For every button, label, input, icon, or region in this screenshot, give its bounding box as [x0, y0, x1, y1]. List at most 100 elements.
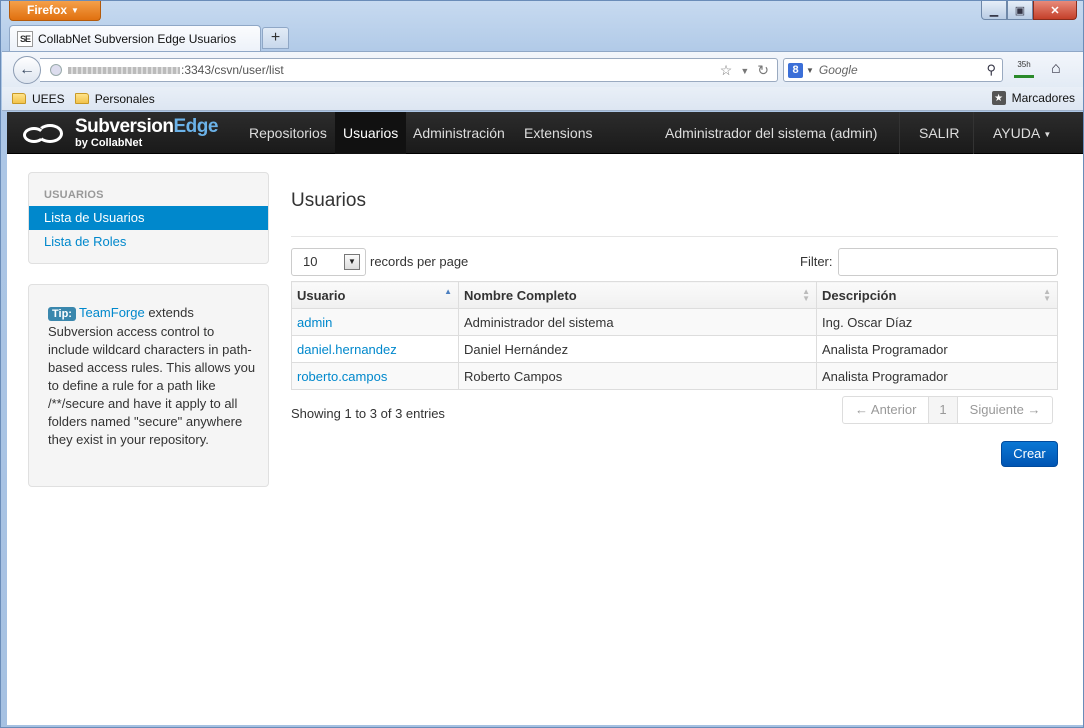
caret-down-icon: ▼: [1043, 130, 1052, 139]
bookmark-folder-uees[interactable]: UEES: [12, 92, 65, 106]
table-row: daniel.hernandez Daniel Hernández Analis…: [291, 335, 1058, 363]
column-header-descripcion[interactable]: Descripción ▲ ▼: [816, 281, 1058, 309]
site-identity-icon[interactable]: [50, 64, 62, 76]
bookmark-star-icon[interactable]: ☆: [720, 62, 733, 80]
url-bar-actions: ☆ ▼ ↻: [720, 62, 769, 80]
bookmarks-icon: ★: [991, 91, 1006, 105]
history-dropdown-icon[interactable]: ▼: [740, 62, 749, 80]
brand-title-main: Subversion: [75, 116, 174, 137]
redacted-host: [68, 67, 180, 75]
tip-text: extends Subversion access control to inc…: [48, 305, 256, 447]
bookmark-folder-personales[interactable]: Personales: [74, 91, 155, 106]
select-arrow-icon: ▼: [344, 254, 360, 270]
page-title: Usuarios: [291, 190, 366, 211]
tip-badge: Tip:: [48, 307, 76, 321]
column-header-nombre[interactable]: Nombre Completo ▲ ▼: [458, 281, 817, 309]
filter-input[interactable]: [838, 248, 1058, 276]
prev-page-button[interactable]: ← Anterior: [843, 397, 930, 423]
nav-administracion[interactable]: Administración: [405, 112, 513, 154]
folder-icon: [74, 93, 89, 104]
addon-status-badge[interactable]: 35h: [1014, 60, 1034, 78]
brand-title-accent: Edge: [173, 116, 218, 137]
search-engine-icon[interactable]: 8: [788, 62, 803, 78]
back-button[interactable]: ←: [13, 56, 41, 84]
column-label: Nombre Completo: [464, 287, 577, 303]
search-engine-dropdown-icon[interactable]: ▼: [806, 66, 814, 75]
url-bar[interactable]: :3343/csvn/user/list ☆ ▼ ↻: [40, 58, 778, 82]
sidebar-item-lista-roles[interactable]: Lista de Roles: [29, 230, 268, 254]
bookmark-label: Personales: [94, 91, 155, 106]
description-cell: Analista Programador: [816, 362, 1058, 390]
logout-link[interactable]: SALIR: [911, 112, 967, 154]
current-user-link[interactable]: Administrador del sistema (admin): [657, 112, 885, 154]
reload-icon[interactable]: ↻: [757, 62, 769, 80]
brand-title: SubversionEdge: [75, 117, 218, 137]
user-link[interactable]: roberto.campos: [297, 369, 387, 384]
nav-divider: [973, 112, 974, 154]
table-row: roberto.campos Roberto Campos Analista P…: [291, 362, 1058, 390]
pagination: ← Anterior 1 Siguiente →: [842, 396, 1054, 424]
help-dropdown[interactable]: AYUDA ▼: [985, 112, 1059, 154]
current-page[interactable]: 1: [929, 397, 958, 423]
create-user-button[interactable]: Crear: [1001, 441, 1058, 467]
firefox-menu-label: Firefox: [27, 3, 68, 17]
home-icon[interactable]: ⌂: [1051, 60, 1061, 78]
navigation-toolbar: :3343/csvn/user/list ☆ ▼ ↻ ← 8 ▼ Google …: [2, 51, 1083, 87]
nav-usuarios[interactable]: Usuarios: [335, 112, 407, 154]
search-box[interactable]: 8 ▼ Google ⚲: [783, 58, 1003, 82]
table-info: Showing 1 to 3 of 3 entries: [291, 406, 445, 421]
firefox-menu-button[interactable]: Firefox ▼: [9, 1, 101, 21]
user-cell: roberto.campos: [291, 362, 459, 390]
brand-subtitle: by CollabNet: [75, 137, 143, 149]
chevron-down-icon: ▼: [71, 6, 79, 15]
next-page-button[interactable]: Siguiente →: [958, 397, 1053, 423]
search-placeholder: Google: [818, 63, 858, 77]
search-icon[interactable]: ⚲: [986, 62, 996, 78]
folder-icon: [12, 93, 26, 104]
tab-title: CollabNet Subversion Edge Usuarios: [38, 31, 237, 46]
url-path: :3343/csvn/user/list: [181, 63, 284, 77]
bookmark-label: UEES: [32, 91, 65, 106]
teamforge-link[interactable]: TeamForge: [79, 305, 145, 320]
new-tab-button[interactable]: +: [262, 27, 289, 49]
sidebar-nav: USUARIOS Lista de Usuarios Lista de Role…: [28, 172, 269, 264]
sidebar-header: USUARIOS: [44, 189, 104, 201]
help-label: AYUDA: [993, 125, 1040, 141]
brand-logo[interactable]: SubversionEdge by CollabNet: [21, 117, 218, 149]
column-label: Descripción: [822, 287, 897, 303]
close-window-button[interactable]: ✕: [1033, 1, 1077, 20]
window-controls: ▁ ▣ ✕: [981, 1, 1077, 20]
fullname-cell: Daniel Hernández: [458, 335, 817, 363]
brand-text: SubversionEdge by CollabNet: [75, 117, 218, 150]
bookmarks-menu-label: Marcadores: [1011, 91, 1075, 105]
column-header-usuario[interactable]: Usuario ▲: [291, 281, 459, 309]
user-link[interactable]: daniel.hernandez: [297, 342, 397, 357]
sort-ascending-icon: ▲: [444, 287, 452, 296]
user-link[interactable]: admin: [297, 315, 332, 330]
page-content: SubversionEdge by CollabNet Repositorios…: [7, 112, 1083, 725]
maximize-button[interactable]: ▣: [1007, 1, 1033, 20]
minimize-button[interactable]: ▁: [981, 1, 1007, 20]
favicon-icon: SE: [17, 30, 33, 47]
browser-window: Firefox ▼ ▁ ▣ ✕ SE CollabNet Subversion E…: [0, 0, 1084, 728]
table-row: admin Administrador del sistema Ing. Osc…: [291, 308, 1058, 336]
user-cell: daniel.hernandez: [291, 335, 459, 363]
sidebar-item-lista-usuarios[interactable]: Lista de Usuarios: [29, 206, 268, 230]
fullname-cell: Administrador del sistema: [458, 308, 817, 336]
title-divider: [291, 236, 1058, 237]
cloud-logo-icon: [21, 121, 65, 145]
page-length-value: 10: [303, 254, 318, 269]
bookmarks-menu-button[interactable]: ★ Marcadores: [991, 91, 1075, 105]
nav-repositorios[interactable]: Repositorios: [241, 112, 335, 154]
url-text: :3343/csvn/user/list: [68, 63, 284, 77]
user-cell: admin: [291, 308, 459, 336]
nav-divider: [899, 112, 900, 154]
page-length-select[interactable]: 10 ▼: [291, 248, 366, 276]
table-header-row: Usuario ▲ Nombre Completo ▲ ▼ Descripción ▲ ▼: [291, 281, 1058, 309]
bookmarks-toolbar: UEES Personales ★ Marcadores: [2, 87, 1083, 111]
tip-box: Tip: TeamForge extends Subversion access …: [28, 284, 269, 487]
back-arrow-icon: ←: [19, 61, 35, 78]
page-length-label: records per page: [370, 254, 469, 269]
nav-extensions[interactable]: Extensions: [516, 112, 600, 154]
browser-tab[interactable]: SE CollabNet Subversion Edge Usuarios: [9, 25, 261, 51]
